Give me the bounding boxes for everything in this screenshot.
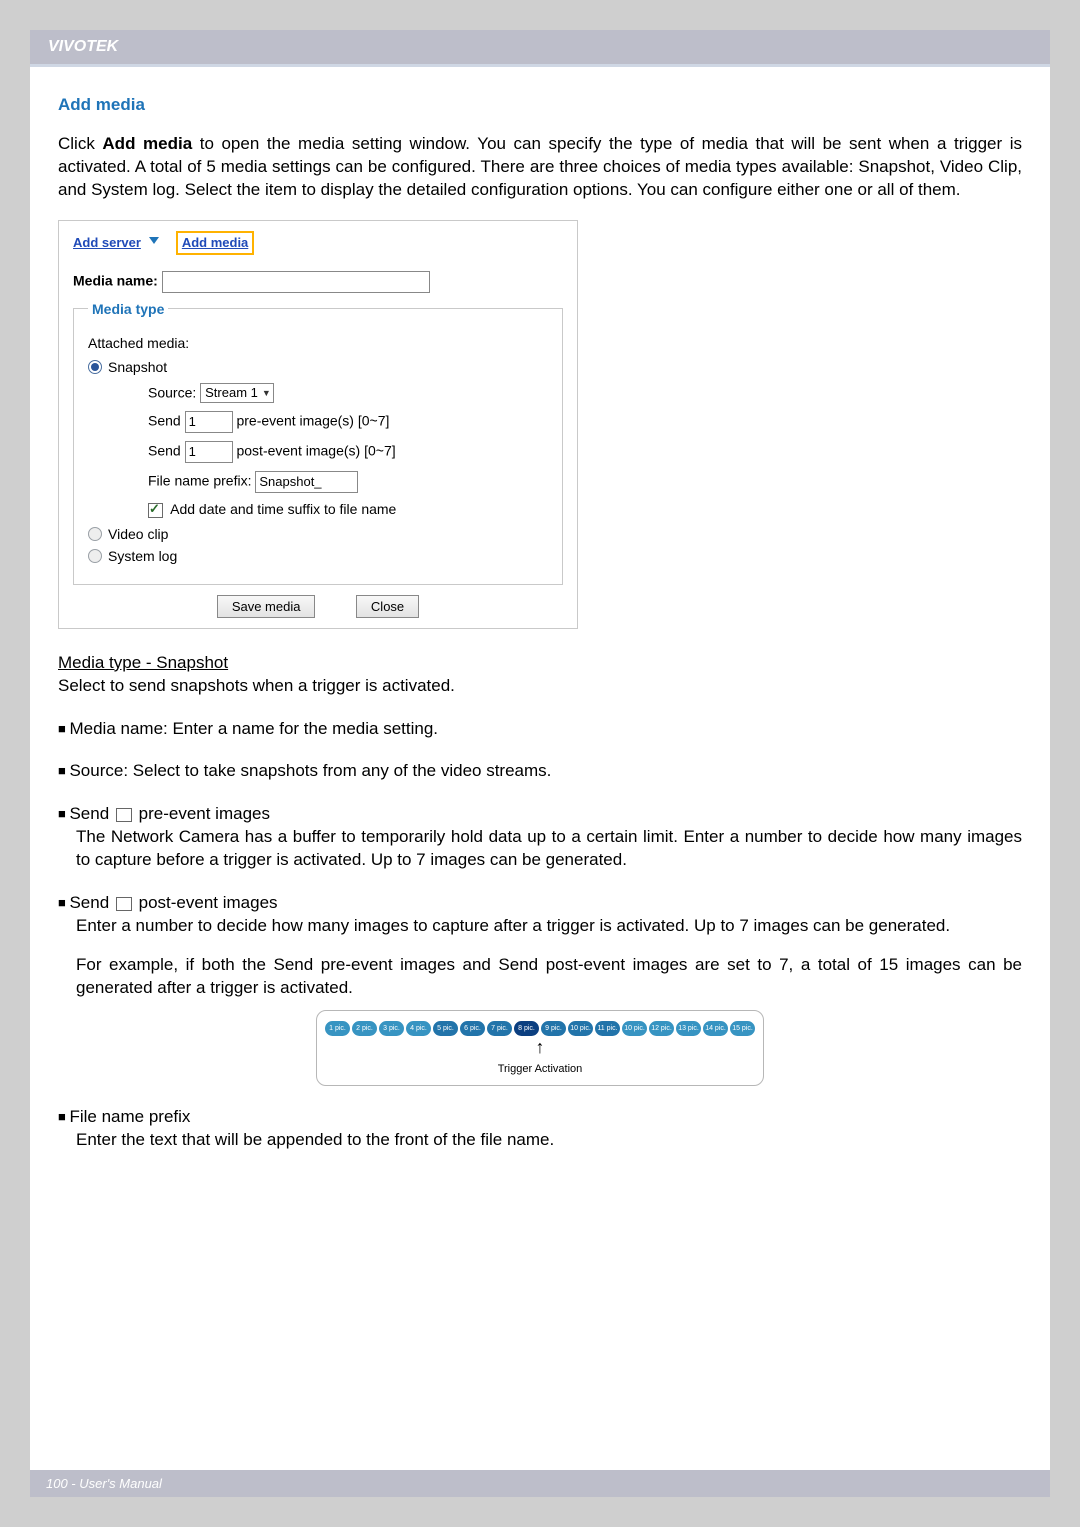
save-media-button[interactable]: Save media [217, 595, 316, 618]
bullet-pre-body: The Network Camera has a buffer to tempo… [76, 826, 1022, 872]
intro-bold: Add media [102, 134, 192, 153]
pill-1: 1 pic. [325, 1021, 350, 1036]
add-suffix-label: Add date and time suffix to file name [170, 501, 396, 517]
pill-3: 3 pic. [379, 1021, 404, 1036]
pill-row: 1 pic.2 pic.3 pic.4 pic.5 pic.6 pic.7 pi… [325, 1021, 755, 1036]
pill-12: 10 pic. [622, 1021, 647, 1036]
pill-11: 11 pic. [595, 1021, 620, 1036]
bullet-post-after: post-event images [134, 893, 278, 912]
radio-system-log-icon [88, 549, 102, 563]
pre-event-input[interactable] [185, 411, 233, 433]
source-value: Stream 1 [205, 385, 258, 400]
bullet-media-name: Media name: Enter a name for the media s… [58, 718, 1022, 741]
add-suffix-checkbox[interactable] [148, 503, 163, 518]
post-event-suffix: post-event image(s) [0~7] [236, 443, 395, 459]
pill-8: 8 pic. [514, 1021, 539, 1036]
source-row: Source: Stream 1 ▼ [148, 383, 548, 403]
pill-13: 12 pic. [649, 1021, 674, 1036]
bullet-list: Media name: Enter a name for the media s… [58, 718, 1022, 1153]
intro-rest: to open the media setting window. You ca… [58, 134, 1022, 199]
trigger-activation-figure: 1 pic.2 pic.3 pic.4 pic.5 pic.6 pic.7 pi… [316, 1010, 764, 1086]
intro-prefix: Click [58, 134, 102, 153]
pre-event-row: Send pre-event image(s) [0~7] [148, 411, 548, 433]
pill-10: 10 pic. [568, 1021, 593, 1036]
radio-snapshot-icon [88, 360, 102, 374]
file-prefix-input[interactable] [255, 471, 358, 493]
bullet-post-event: Send post-event images [58, 892, 1022, 915]
intro-paragraph: Click Add media to open the media settin… [58, 133, 1022, 202]
media-type-fieldset: Media type Attached media: Snapshot Sour… [73, 301, 563, 585]
bullet-pre-event: Send pre-event images [58, 803, 1022, 826]
chevron-down-icon: ▼ [262, 388, 271, 398]
add-media-highlight: Add media [176, 231, 254, 255]
pre-event-suffix: pre-event image(s) [0~7] [236, 413, 389, 429]
pill-4: 4 pic. [406, 1021, 431, 1036]
snapshot-description: Select to send snapshots when a trigger … [58, 675, 1022, 698]
media-type-snapshot-heading: Media type - Snapshot [58, 653, 1022, 673]
bullet-post-lead: Send [69, 893, 113, 912]
bullet-post-body1: Enter a number to decide how many images… [76, 915, 1022, 938]
page-header: VIVOTEK [30, 30, 1050, 67]
close-button[interactable]: Close [356, 595, 419, 618]
bullet-source: Source: Select to take snapshots from an… [58, 760, 1022, 783]
add-media-dialog: Add server Add media Media name: Media t… [58, 220, 578, 629]
radio-video-clip-icon [88, 527, 102, 541]
pill-9: 9 pic. [541, 1021, 566, 1036]
add-server-link[interactable]: Add server [73, 235, 141, 250]
radio-snapshot-label: Snapshot [108, 359, 167, 375]
radio-snapshot[interactable]: Snapshot [88, 359, 548, 375]
dialog-button-row: Save media Close [73, 595, 563, 618]
bullet-pre-after: pre-event images [134, 804, 270, 823]
arrow-up-icon: ↑ [536, 1040, 545, 1054]
dialog-link-row: Add server Add media [73, 231, 563, 255]
media-name-label: Media name: [73, 273, 158, 289]
trigger-caption: Trigger Activation [325, 1062, 755, 1077]
file-prefix-row: File name prefix: [148, 471, 548, 493]
send-label-2: Send [148, 443, 181, 459]
radio-system-log[interactable]: System log [88, 548, 548, 564]
bullet-file-prefix: File name prefix [58, 1106, 1022, 1129]
post-event-input[interactable] [185, 441, 233, 463]
source-select[interactable]: Stream 1 ▼ [200, 383, 274, 403]
inline-box-icon [116, 808, 132, 822]
attached-media-label: Attached media: [88, 335, 548, 351]
add-suffix-row[interactable]: Add date and time suffix to file name [148, 501, 548, 518]
radio-video-clip-label: Video clip [108, 526, 168, 542]
pill-15: 14 pic. [703, 1021, 728, 1036]
media-name-input[interactable] [162, 271, 430, 293]
server-caret-icon [147, 233, 161, 252]
add-media-link[interactable]: Add media [182, 235, 248, 250]
source-label: Source: [148, 384, 196, 400]
pill-7: 7 pic. [487, 1021, 512, 1036]
section-title: Add media [58, 95, 1022, 115]
page-footer: 100 - User's Manual [30, 1470, 1050, 1497]
page-content: Add media Click Add media to open the me… [30, 67, 1050, 1212]
pill-6: 6 pic. [460, 1021, 485, 1036]
media-type-legend: Media type [88, 301, 168, 317]
pill-14: 13 pic. [676, 1021, 701, 1036]
pill-5: 5 pic. [433, 1021, 458, 1036]
file-prefix-label: File name prefix: [148, 473, 251, 489]
pill-2: 2 pic. [352, 1021, 377, 1036]
pill-16: 15 pic. [730, 1021, 755, 1036]
media-name-row: Media name: [73, 271, 563, 293]
radio-video-clip[interactable]: Video clip [88, 526, 548, 542]
bullet-file-prefix-body: Enter the text that will be appended to … [76, 1129, 1022, 1152]
bullet-pre-lead: Send [69, 804, 113, 823]
radio-system-log-label: System log [108, 548, 177, 564]
send-label-1: Send [148, 413, 181, 429]
post-event-row: Send post-event image(s) [0~7] [148, 441, 548, 463]
bullet-post-body2: For example, if both the Send pre-event … [76, 954, 1022, 1000]
inline-box-icon [116, 897, 132, 911]
